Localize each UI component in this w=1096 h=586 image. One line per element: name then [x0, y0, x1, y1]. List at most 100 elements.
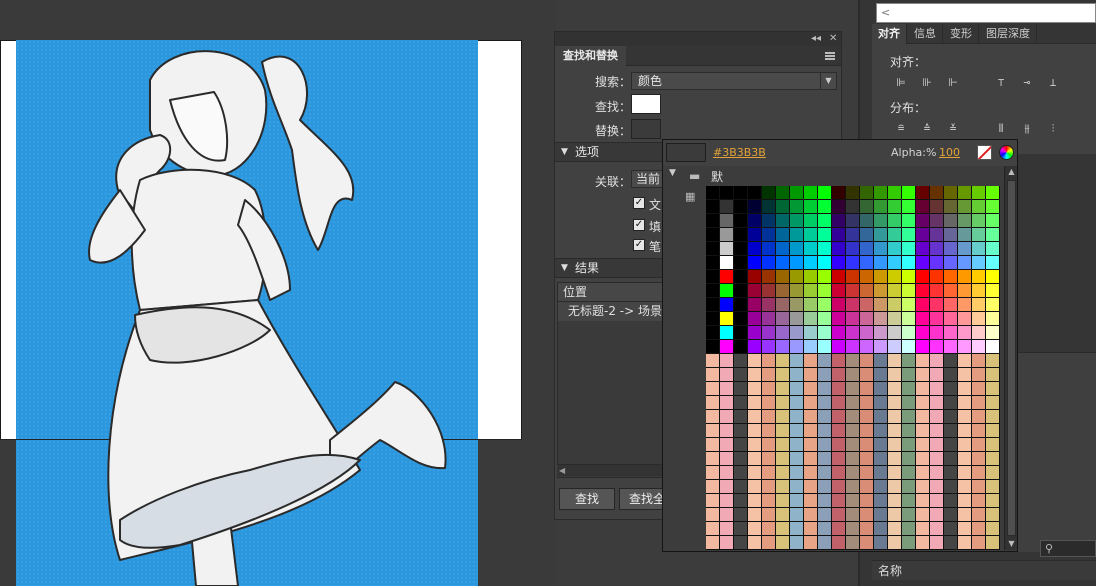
- swatch-cell[interactable]: [790, 466, 803, 479]
- swatch-cell[interactable]: [958, 452, 971, 465]
- swatch-cell[interactable]: [846, 186, 859, 199]
- swatch-cell[interactable]: [874, 480, 887, 493]
- swatch-cell[interactable]: [874, 312, 887, 325]
- swatch-cell[interactable]: [902, 354, 915, 367]
- swatch-cell[interactable]: [916, 186, 929, 199]
- swatch-cell[interactable]: [804, 424, 817, 437]
- swatch-cell[interactable]: [972, 298, 985, 311]
- swatch-cell[interactable]: [748, 256, 761, 269]
- swatch-cell[interactable]: [706, 214, 719, 227]
- swatch-cell[interactable]: [930, 256, 943, 269]
- swatch-cell[interactable]: [804, 522, 817, 535]
- swatch-cell[interactable]: [902, 228, 915, 241]
- swatch-cell[interactable]: [916, 452, 929, 465]
- swatch-cell[interactable]: [860, 284, 873, 297]
- swatch-cell[interactable]: [874, 270, 887, 283]
- swatch-cell[interactable]: [790, 368, 803, 381]
- no-color-icon[interactable]: [977, 145, 992, 160]
- swatch-cell[interactable]: [944, 214, 957, 227]
- swatch-cell[interactable]: [776, 186, 789, 199]
- swatch-cell[interactable]: [776, 214, 789, 227]
- swatch-cell[interactable]: [734, 214, 747, 227]
- swatch-cell[interactable]: [818, 494, 831, 507]
- character-artwork[interactable]: [0, 0, 556, 586]
- swatch-cell[interactable]: [986, 368, 999, 381]
- swatch-cell[interactable]: [706, 242, 719, 255]
- swatch-cell[interactable]: [930, 312, 943, 325]
- swatch-cell[interactable]: [944, 242, 957, 255]
- swatch-cell[interactable]: [958, 228, 971, 241]
- swatch-cell[interactable]: [734, 382, 747, 395]
- swatch-cell[interactable]: [874, 508, 887, 521]
- swatch-cell[interactable]: [944, 340, 957, 353]
- swatch-cell[interactable]: [860, 200, 873, 213]
- swatch-cell[interactable]: [776, 340, 789, 353]
- swatch-cell[interactable]: [944, 494, 957, 507]
- swatch-cell[interactable]: [762, 536, 775, 549]
- swatch-cell[interactable]: [720, 228, 733, 241]
- swatch-cell[interactable]: [832, 424, 845, 437]
- swatch-cell[interactable]: [986, 242, 999, 255]
- swatch-cell[interactable]: [832, 508, 845, 521]
- swatch-cell[interactable]: [930, 536, 943, 549]
- swatch-cell[interactable]: [776, 382, 789, 395]
- swatch-cell[interactable]: [916, 438, 929, 451]
- swatch-cell[interactable]: [986, 452, 999, 465]
- swatch-cell[interactable]: [818, 368, 831, 381]
- swatch-cell[interactable]: [720, 312, 733, 325]
- swatch-cell[interactable]: [860, 424, 873, 437]
- swatch-cell[interactable]: [804, 466, 817, 479]
- swatch-cell[interactable]: [804, 354, 817, 367]
- swatch-cell[interactable]: [762, 354, 775, 367]
- swatch-cell[interactable]: [860, 242, 873, 255]
- swatch-cell[interactable]: [930, 382, 943, 395]
- swatch-cell[interactable]: [762, 298, 775, 311]
- swatch-cell[interactable]: [846, 424, 859, 437]
- close-panel-icon[interactable]: ✕: [829, 32, 837, 46]
- swatch-cell[interactable]: [916, 228, 929, 241]
- swatch-cell[interactable]: [734, 354, 747, 367]
- swatch-cell[interactable]: [776, 326, 789, 339]
- swatch-cell[interactable]: [790, 340, 803, 353]
- swatch-cell[interactable]: [888, 228, 901, 241]
- swatch-cell[interactable]: [720, 214, 733, 227]
- swatch-cell[interactable]: [804, 256, 817, 269]
- swatch-grid-icon[interactable]: ▦: [685, 191, 697, 202]
- swatch-cell[interactable]: [986, 284, 999, 297]
- swatch-cell[interactable]: [790, 242, 803, 255]
- swatch-cell[interactable]: [916, 410, 929, 423]
- swatch-cell[interactable]: [958, 298, 971, 311]
- swatch-cell[interactable]: [958, 256, 971, 269]
- swatch-cell[interactable]: [734, 466, 747, 479]
- swatch-cell[interactable]: [832, 200, 845, 213]
- swatch-cell[interactable]: [832, 480, 845, 493]
- swatch-cell[interactable]: [860, 382, 873, 395]
- swatch-cell[interactable]: [902, 466, 915, 479]
- swatch-cell[interactable]: [860, 214, 873, 227]
- swatch-cell[interactable]: [944, 382, 957, 395]
- swatch-cell[interactable]: [804, 396, 817, 409]
- swatch-cell[interactable]: [888, 424, 901, 437]
- stage-canvas[interactable]: [0, 0, 556, 586]
- swatch-cell[interactable]: [706, 480, 719, 493]
- swatch-cell[interactable]: [874, 284, 887, 297]
- swatch-cell[interactable]: [720, 200, 733, 213]
- distribute-left-icon[interactable]: ⫴: [994, 122, 1008, 136]
- swatch-cell[interactable]: [874, 368, 887, 381]
- swatch-cell[interactable]: [804, 186, 817, 199]
- swatch-cell[interactable]: [762, 284, 775, 297]
- swatch-cell[interactable]: [972, 466, 985, 479]
- swatch-cell[interactable]: [846, 452, 859, 465]
- swatch-cell[interactable]: [790, 228, 803, 241]
- swatch-cell[interactable]: [818, 214, 831, 227]
- swatch-cell[interactable]: [790, 382, 803, 395]
- swatch-cell[interactable]: [818, 200, 831, 213]
- swatch-cell[interactable]: [790, 200, 803, 213]
- swatch-cell[interactable]: [748, 186, 761, 199]
- library-name-column[interactable]: 名称: [872, 560, 1096, 580]
- swatch-cell[interactable]: [986, 466, 999, 479]
- swatch-cell[interactable]: [790, 256, 803, 269]
- swatch-cell[interactable]: [930, 480, 943, 493]
- swatch-cell[interactable]: [916, 522, 929, 535]
- swatch-cell[interactable]: [902, 382, 915, 395]
